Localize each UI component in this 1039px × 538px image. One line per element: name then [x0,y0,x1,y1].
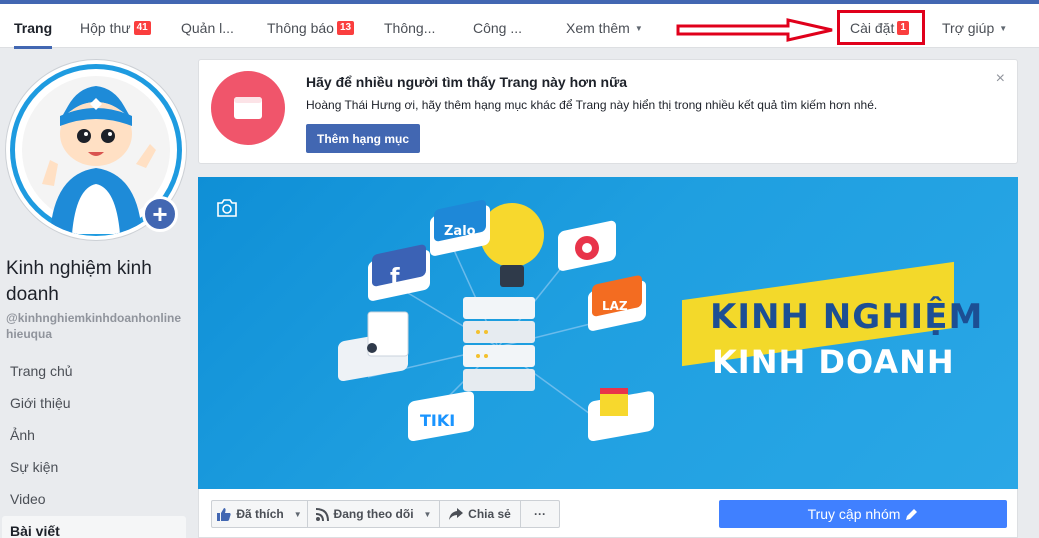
sidebar-item-su-kien[interactable]: Sự kiện [2,452,186,482]
visit-group-button[interactable]: Truy cập nhóm [719,500,1007,528]
sidebar-item-label: Bài viết [10,523,60,538]
red-arrow-annotation-icon [676,18,833,42]
sidebar-item-gioi-thieu[interactable]: Giới thiệu [2,388,186,418]
tab-cong-cu[interactable]: Công ... [473,8,522,48]
chevron-down-icon: ▼ [293,509,302,519]
tab-trang[interactable]: Trang [14,8,53,49]
liked-label: Đã thích [236,507,284,521]
sidebar-item-label: Sự kiện [10,459,59,475]
tab-label: Trợ giúp [942,20,995,36]
close-icon[interactable]: × [996,70,1005,88]
sidebar-item-label: Giới thiệu [10,395,71,411]
tab-thong-bao[interactable]: Thông báo 13 [267,8,355,48]
visit-group-label: Truy cập nhóm [807,506,901,522]
sidebar-item-label: Trang chủ [10,363,73,379]
cover-tile-facebook: f [390,265,400,290]
card-title: Hãy để nhiều người tìm thấy Trang này hơ… [306,74,628,90]
plus-icon: + [152,199,168,229]
thumbs-up-icon [217,507,232,521]
tab-xem-them[interactable]: Xem thêm ▼ [566,8,643,48]
page-username[interactable]: @kinhnghiemkinhdoanhonlinehieuqua [6,310,186,342]
chevron-down-icon: ▼ [423,509,432,519]
settings-highlight-annotation [837,10,925,45]
tab-thong-tin[interactable]: Thông... [384,8,435,48]
page-action-bar: Đã thích ▼ Đang theo dõi ▼ Chia sẻ ··· T… [198,489,1018,538]
cover-title-line-2: KINH DOANH [712,343,955,381]
category-suggestion-card: Hãy để nhiều người tìm thấy Trang này hơ… [198,59,1018,164]
share-button[interactable]: Chia sẻ [439,500,521,528]
add-photo-button[interactable]: + [142,196,178,232]
sidebar-item-bai-viet[interactable]: Bài viết [2,516,186,538]
cover-tile-tiki: TIKI [420,411,455,430]
tab-quan-ly[interactable]: Quản l... [181,8,234,48]
page-category-icon [211,71,285,145]
rss-icon [315,507,329,521]
cover-title-line-1: KINH NGHIỆM [710,297,984,337]
share-arrow-icon [449,508,464,520]
tab-label: Xem thêm [566,20,630,36]
cover-tile-zalo: Zalo [444,224,476,239]
card-description: Hoàng Thái Hưng ơi, hãy thêm hạng mục kh… [306,98,878,112]
sidebar-item-anh[interactable]: Ảnh [2,420,186,450]
tab-label: Quản l... [181,20,234,36]
tab-hop-thu[interactable]: Hộp thư 41 [80,8,151,48]
sidebar-item-label: Ảnh [10,427,35,443]
tab-label: Công ... [473,20,523,36]
tab-label: Thông... [384,20,436,36]
tab-label: Hộp thư [80,20,131,36]
sidebar-item-label: Video [10,491,46,507]
more-icon: ··· [534,507,546,521]
camera-icon[interactable] [216,199,238,217]
cover-photo[interactable]: f Zalo LAZ TIKI KINH NGHIỆM KINH DOANH [198,177,1018,489]
tab-tro-giup[interactable]: Trợ giúp ▼ [942,8,1007,48]
tab-label: Thông báo [267,20,334,36]
share-label: Chia sẻ [468,507,511,521]
more-options-button[interactable]: ··· [520,500,560,528]
window-icon [234,97,262,119]
page-title: Kinh nghiệm kinh doanh [6,258,152,305]
sidebar-item-trang-chu[interactable]: Trang chủ [2,356,186,386]
following-button[interactable]: Đang theo dõi ▼ [307,500,440,528]
liked-button[interactable]: Đã thích ▼ [211,500,308,528]
cover-tile-lazada: LAZ [602,299,628,313]
tab-label: Trang [14,20,53,36]
notification-count-badge: 13 [336,21,355,35]
cover-illustration: f Zalo LAZ TIKI [338,200,654,442]
add-category-button[interactable]: Thêm hạng mục [306,124,420,153]
chevron-down-icon: ▼ [634,23,643,33]
chevron-down-icon: ▼ [999,23,1008,33]
sidebar-item-video[interactable]: Video [2,484,186,514]
pencil-icon [906,509,918,520]
inbox-count-badge: 41 [133,21,151,35]
following-label: Đang theo dõi [333,507,414,521]
